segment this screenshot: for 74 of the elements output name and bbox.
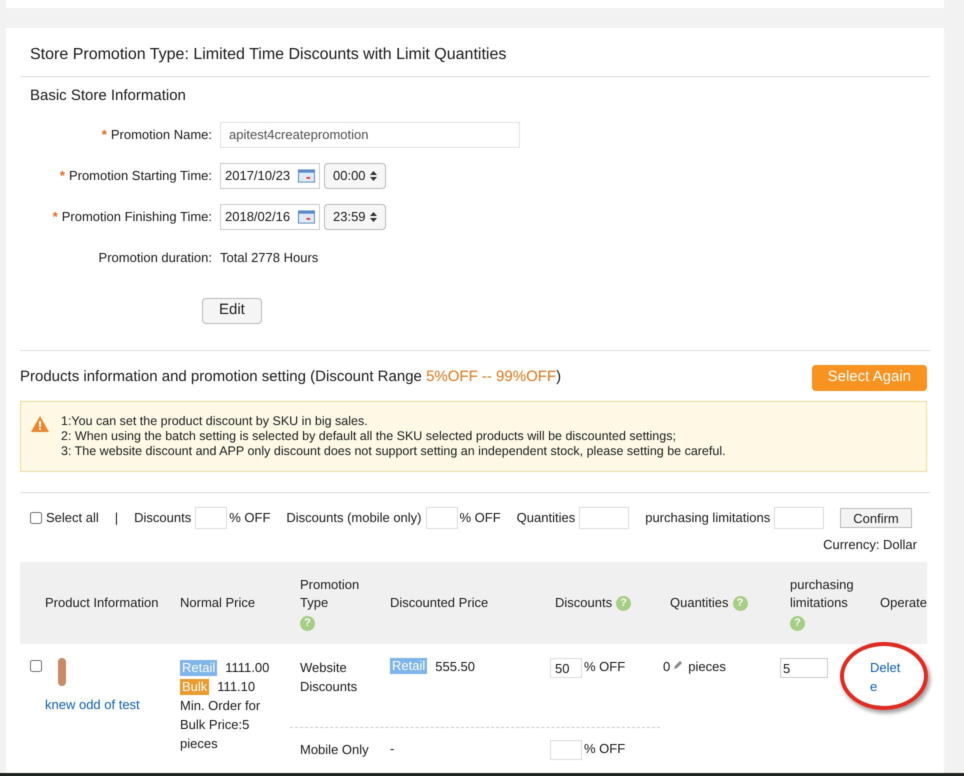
discount-field[interactable] [550,740,582,760]
input-field[interactable] [579,506,630,528]
unit-label: % OFF [584,740,626,757]
min-order-text: Min. Order for Bulk Price:5 pieces [180,697,262,753]
unit-label: % OFF [584,658,626,675]
column-header: Normal Price [180,594,256,612]
column-header: Operate [880,594,927,612]
unit-label: pieces [688,658,726,675]
product-thumbnail [58,658,66,686]
price-value: 1111.00 [225,659,270,677]
field-label: Promotion Name: [110,126,212,144]
discount-field[interactable]: 50 [550,658,582,678]
section-heading: Products information and promotion setting (Discount Range 5%OFF -- 99%OFF) [20,367,562,388]
calendar-icon[interactable] [298,210,315,224]
column-header: purchasing limitations [790,576,855,612]
notice-text: 1:You can set the product discount by SKU in big sales. [61,414,369,428]
promotion-name-field[interactable]: apitest4createpromotion [220,122,520,148]
help-icon: ? [300,616,315,630]
time-select[interactable]: 00:00 [324,162,386,188]
column-header: Quantities [670,594,729,612]
limit-field[interactable]: 5 [780,658,828,678]
currency-label: Currency: Dollar [823,536,917,554]
help-icon: ? [616,596,632,610]
unit-label: % OFF [460,508,501,527]
column-header: Promotion Type [300,576,360,612]
price-tag: Bulk [180,678,210,694]
date-field[interactable]: 2018/02/16 [220,204,320,230]
column-header: Product Information [45,594,158,612]
field-label: Promotion duration: [98,248,212,267]
field-label: Promotion Starting Time: [68,166,212,185]
date-field[interactable]: 2017/10/23 [220,162,320,188]
duration-value: Total 2778 Hours [220,248,318,267]
input-field[interactable] [774,506,824,528]
price-tag: Retail [180,660,218,676]
calendar-icon[interactable] [298,168,315,182]
checkbox-label: Select all [46,508,99,527]
pencil-icon[interactable] [673,660,684,670]
row-checkbox[interactable] [30,660,42,672]
help-icon: ? [790,616,805,630]
price-value: 111.10 [217,678,256,696]
select-all-checkbox[interactable] [30,512,42,524]
quantity-value: 0 [663,658,670,675]
field-label: Quantities [516,508,576,527]
input-field[interactable] [426,506,458,528]
required-asterisk: * [60,166,65,185]
section-heading: Basic Store Information [30,86,187,106]
time-select[interactable]: 23:59 [324,204,386,230]
field-label: Discounts (mobile only) [286,508,422,527]
warning-icon [31,416,49,432]
column-header: Discounts [555,594,612,612]
confirm-button[interactable]: Confirm [840,508,912,528]
product-link[interactable]: knew odd of test [30,696,170,713]
price-tag: Retail [390,658,428,674]
required-asterisk: * [102,126,107,144]
page-title: Store Promotion Type: Limited Time Discounts with Limit Quantities [30,45,508,65]
input-field[interactable] [195,506,228,528]
required-asterisk: * [52,208,58,226]
delete-link[interactable]: Delete [870,658,904,696]
discounted-price: - [390,740,394,757]
edit-button[interactable]: Edit [202,298,262,324]
spinner-arrows-icon[interactable] [370,170,377,180]
help-icon: ? [732,596,748,610]
spinner-arrows-icon[interactable] [370,212,377,222]
notice-text: 3: The website discount and APP only discount does not support setting an independent stock, please setting be careful. [61,444,726,458]
promotion-type: Website Discounts [299,659,358,696]
column-header: Discounted Price [390,594,488,612]
notice-text: 2: When using the batch setting is selected by default all the SKU selected products will be discounted settings; [61,428,677,444]
separator: | [114,508,118,527]
field-label: Promotion Finishing Time: [62,208,212,226]
field-label: purchasing limitations [645,508,770,527]
promotion-type: Mobile Only [299,741,370,759]
field-label: Discounts [134,508,192,527]
unit-label: % OFF [229,508,270,527]
discounted-price: 555.50 [435,658,476,675]
